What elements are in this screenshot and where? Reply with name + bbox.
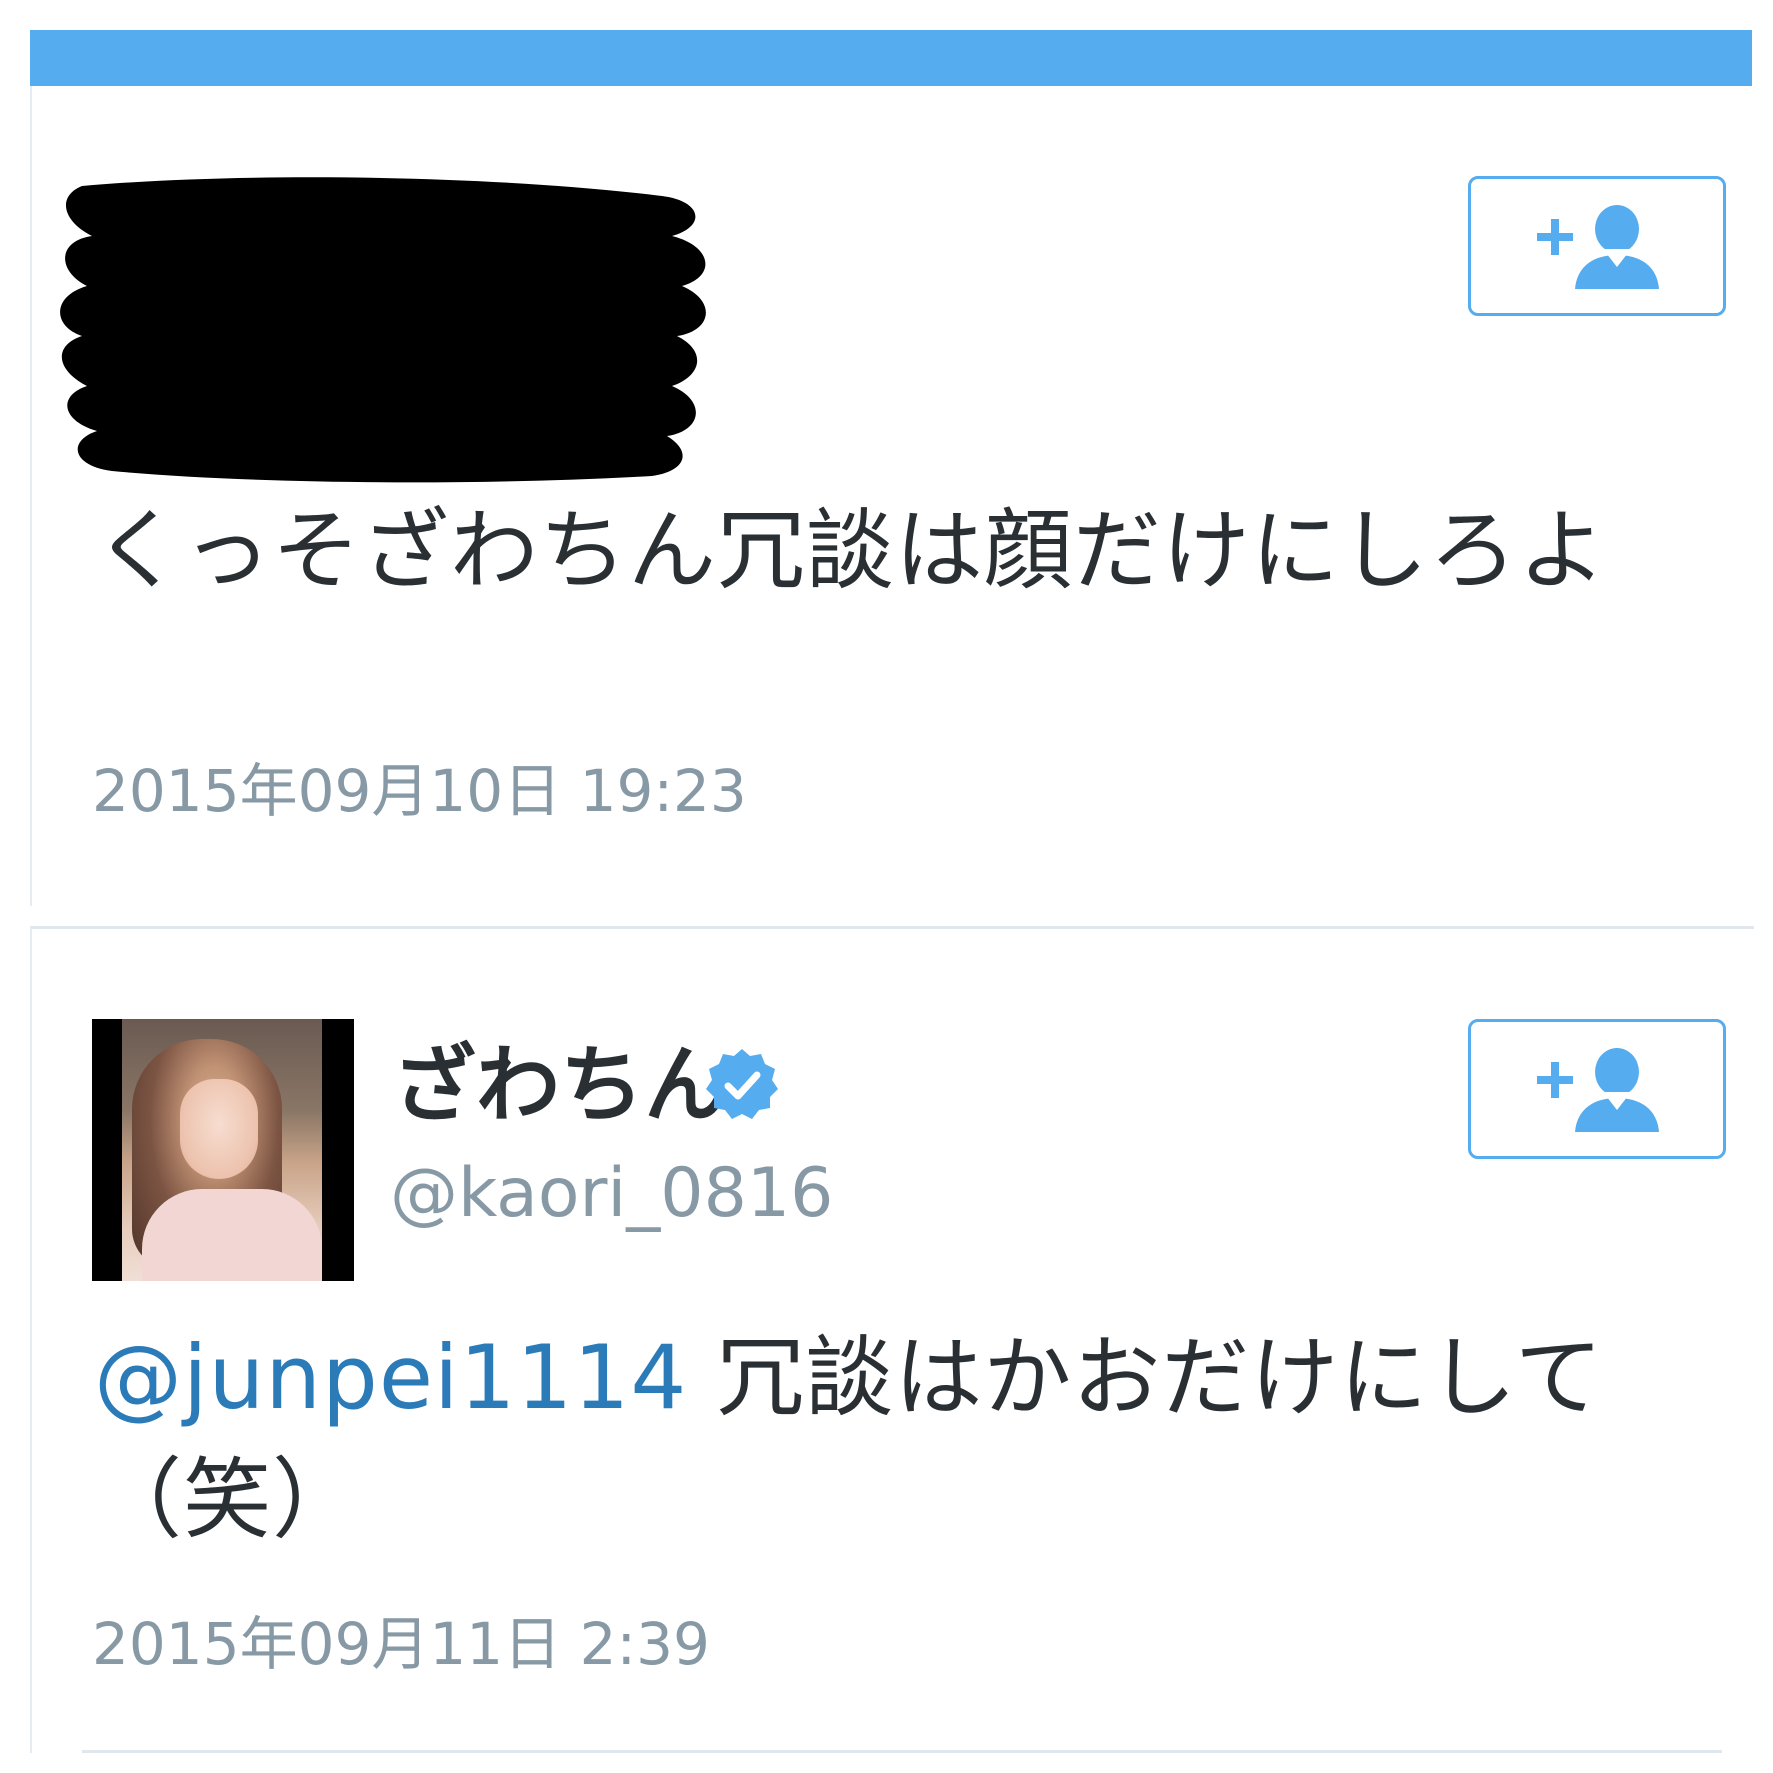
redacted-author bbox=[60, 177, 706, 483]
display-name[interactable]: ざわちん bbox=[392, 1035, 728, 1135]
tweet-timestamp[interactable]: 2015年09月11日 2:39 bbox=[92, 1609, 710, 1679]
user-handle[interactable]: @kaori_0816 bbox=[390, 1151, 833, 1237]
verified-badge-icon bbox=[706, 1049, 778, 1119]
avatar-photo bbox=[122, 1019, 322, 1281]
screenshot-frame: くっそざわちん冗談は顔だけにしろよ 2015年09月10日 19:23 ざわちん… bbox=[30, 30, 1754, 1753]
add-user-icon bbox=[1537, 205, 1659, 289]
avatar[interactable] bbox=[92, 1019, 354, 1281]
tweet-timestamp[interactable]: 2015年09月10日 19:23 bbox=[92, 756, 747, 826]
tweet-card: くっそざわちん冗談は顔だけにしろよ 2015年09月10日 19:23 bbox=[30, 86, 1754, 906]
tweet-card: ざわちん @kaori_0816 @junpei1114 冗談はかおだけにして（… bbox=[30, 926, 1754, 1753]
tweet-text: くっそざわちん冗談は顔だけにしろよ bbox=[94, 499, 1608, 602]
add-user-icon bbox=[1537, 1048, 1659, 1132]
divider bbox=[82, 1750, 1722, 1753]
follow-button[interactable] bbox=[1468, 1019, 1726, 1159]
tweet-text: @junpei1114 冗談はかおだけにして（笑） bbox=[94, 1317, 1654, 1561]
top-bar bbox=[30, 30, 1752, 86]
card-gap bbox=[30, 906, 1752, 926]
mention-link[interactable]: @junpei1114 bbox=[94, 1326, 687, 1429]
follow-button[interactable] bbox=[1468, 176, 1726, 316]
